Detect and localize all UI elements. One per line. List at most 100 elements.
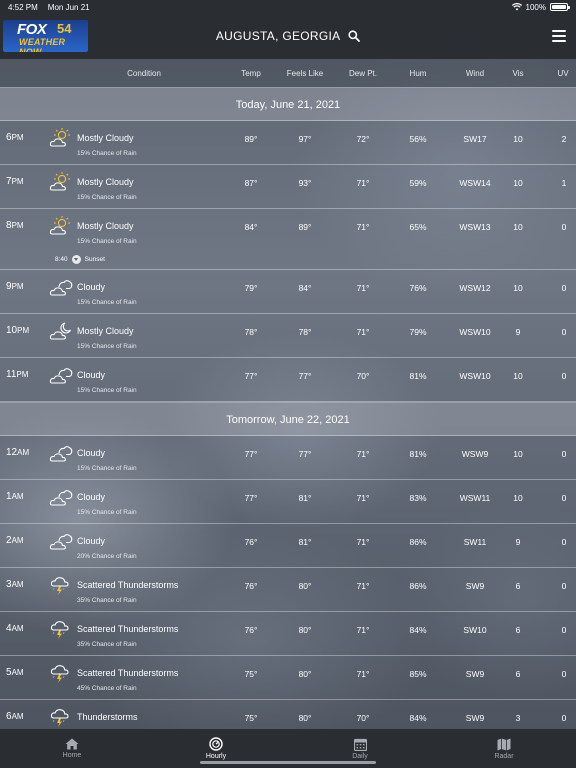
cell-feels: 78° <box>298 327 312 337</box>
hour-row[interactable]: 11PM Cloudy 15% Chance of Rain 77° 77° 70° 81%… <box>0 358 576 402</box>
cell-uv: 0 <box>561 449 567 459</box>
cell-vis: 10 <box>513 178 523 188</box>
cell-uv: 0 <box>561 283 567 293</box>
location-selector[interactable]: AUGUSTA, GEORGIA <box>0 28 576 43</box>
cell-uv: 0 <box>561 713 567 723</box>
partly-cloudy-sun-icon <box>49 127 73 149</box>
hourly-list[interactable]: Today, June 21, 2021 6PM Mostly Cloudy 15% … <box>0 87 576 729</box>
hour-label: 5AM <box>6 667 24 678</box>
cell-uv: 0 <box>561 537 567 547</box>
cell-dew: 71° <box>356 178 370 188</box>
cell-temp: 75° <box>244 669 258 679</box>
search-icon[interactable] <box>348 30 361 42</box>
wifi-icon <box>511 3 522 11</box>
cell-uv: 0 <box>561 581 567 591</box>
tab-radar-label: Radar <box>494 752 514 760</box>
app-header: FOX 54 WEATHER NOW AUGUSTA, GEORGIA <box>0 14 576 59</box>
partly-cloudy-night-icon <box>49 320 73 342</box>
cell-vis: 10 <box>513 371 523 381</box>
cell-dew: 71° <box>356 669 370 679</box>
hour-label: 2AM <box>6 535 24 546</box>
tab-home[interactable]: Home <box>0 729 144 768</box>
rain-chance: 15% Chance of Rain <box>77 465 137 472</box>
partly-cloudy-sun-icon <box>49 171 73 193</box>
hour-row[interactable]: 5AM Scattered Thunderstorms 45% Chance of … <box>0 656 576 700</box>
hour-row[interactable]: 3AM Scattered Thunderstorms 35% Chance of … <box>0 568 576 612</box>
condition-text: Scattered Thunderstorms <box>77 668 179 678</box>
cell-uv: 0 <box>561 222 567 232</box>
hour-row[interactable]: 12AM Cloudy 15% Chance of Rain 77° 77° 71° 81%… <box>0 436 576 480</box>
cell-feels: 84° <box>298 283 312 293</box>
cell-temp: 77° <box>244 493 258 503</box>
col-visibility: Vis <box>512 69 524 78</box>
cell-hum: 86% <box>409 581 427 591</box>
ampm: AM <box>11 712 24 721</box>
cell-dew: 71° <box>356 283 370 293</box>
hour-row[interactable]: 4AM Scattered Thunderstorms 35% Chance of … <box>0 612 576 656</box>
cell-temp: 75° <box>244 713 258 723</box>
cell-hum: 83% <box>409 493 427 503</box>
hour-label: 6PM <box>6 132 24 143</box>
cell-uv: 0 <box>561 493 567 503</box>
hour-row[interactable]: 6PM Mostly Cloudy 15% Chance of Rain 89° 97°… <box>0 121 576 165</box>
cell-wind: SW11 <box>463 537 487 547</box>
cell-dew: 70° <box>356 371 370 381</box>
tab-hourly-label: Hourly <box>205 753 227 760</box>
map-icon <box>497 738 511 750</box>
ampm: PM <box>16 370 29 379</box>
location-name: AUGUSTA, GEORGIA <box>215 28 341 43</box>
hamburger-menu-icon[interactable] <box>552 30 566 42</box>
cell-dew: 71° <box>356 449 370 459</box>
hour-row[interactable]: 9PM Cloudy 15% Chance of Rain 79° 84° 71° 76% W… <box>0 270 576 314</box>
cell-feels: 80° <box>298 581 312 591</box>
cell-hum: 86% <box>409 537 427 547</box>
cell-feels: 80° <box>298 669 312 679</box>
cell-hum: 84% <box>409 625 427 635</box>
hour-row[interactable]: 8PM Mostly Cloudy 15% Chance of Rain 84° 89°… <box>0 209 576 270</box>
cell-vis: 10 <box>513 222 523 232</box>
hour-row[interactable]: 6AM Thunderstorms 75° 80° 70° 84% SW9 3 0 <box>0 700 576 729</box>
hour-label: 7PM <box>6 176 24 187</box>
rain-chance: 15% Chance of Rain <box>77 194 137 201</box>
tab-daily-label: Daily <box>352 752 368 760</box>
cell-vis: 10 <box>513 134 523 144</box>
condition-text: Scattered Thunderstorms <box>77 624 179 634</box>
ampm: AM <box>11 536 24 545</box>
cell-temp: 87° <box>244 178 258 188</box>
hour-row[interactable]: 7PM Mostly Cloudy 15% Chance of Rain 87° 93°… <box>0 165 576 209</box>
hour-row[interactable]: 1AM Cloudy 15% Chance of Rain 77° 81° 71° 83% W… <box>0 480 576 524</box>
cell-uv: 1 <box>561 178 567 188</box>
col-feels-like: Feels Like <box>286 69 324 78</box>
hour-row[interactable]: 2AM Cloudy 20% Chance of Rain 76° 81° 71° 86% S… <box>0 524 576 568</box>
cloudy-icon <box>49 442 73 464</box>
cloudy-icon <box>49 276 73 298</box>
cell-dew: 70° <box>356 713 370 723</box>
column-header: Condition Temp Feels Like Dew Pt. Hum Wi… <box>0 59 576 87</box>
condition-text: Thunderstorms <box>77 712 138 722</box>
day-header: Today, June 21, 2021 <box>0 87 576 121</box>
cell-hum: 65% <box>409 222 427 232</box>
cell-uv: 0 <box>561 371 567 381</box>
cell-vis: 9 <box>515 327 521 337</box>
hour-row[interactable]: 10PM Mostly Cloudy 15% Chance of Rain 78° 78… <box>0 314 576 358</box>
hour-label: 4AM <box>6 623 24 634</box>
cell-dew: 71° <box>356 222 370 232</box>
cell-vis: 9 <box>515 537 521 547</box>
cell-hum: 59% <box>409 178 427 188</box>
condition-text: Cloudy <box>77 282 106 292</box>
col-dew-point: Dew Pt. <box>348 69 378 78</box>
cell-hum: 79% <box>409 327 427 337</box>
rain-chance: 15% Chance of Rain <box>77 343 137 350</box>
cell-hum: 85% <box>409 669 427 679</box>
hour-label: 8PM <box>6 220 24 231</box>
ampm: AM <box>11 492 24 501</box>
rain-chance: 20% Chance of Rain <box>77 553 137 560</box>
sunset-event: 8:40 Sunset <box>55 255 105 264</box>
cell-vis: 10 <box>513 493 523 503</box>
hour-label: 9PM <box>6 281 24 292</box>
tab-radar[interactable]: Radar <box>432 729 576 768</box>
thunderstorm-icon <box>49 574 73 596</box>
cell-wind: WSW11 <box>459 493 491 503</box>
cell-hum: 84% <box>409 713 427 723</box>
cell-feels: 80° <box>298 713 312 723</box>
